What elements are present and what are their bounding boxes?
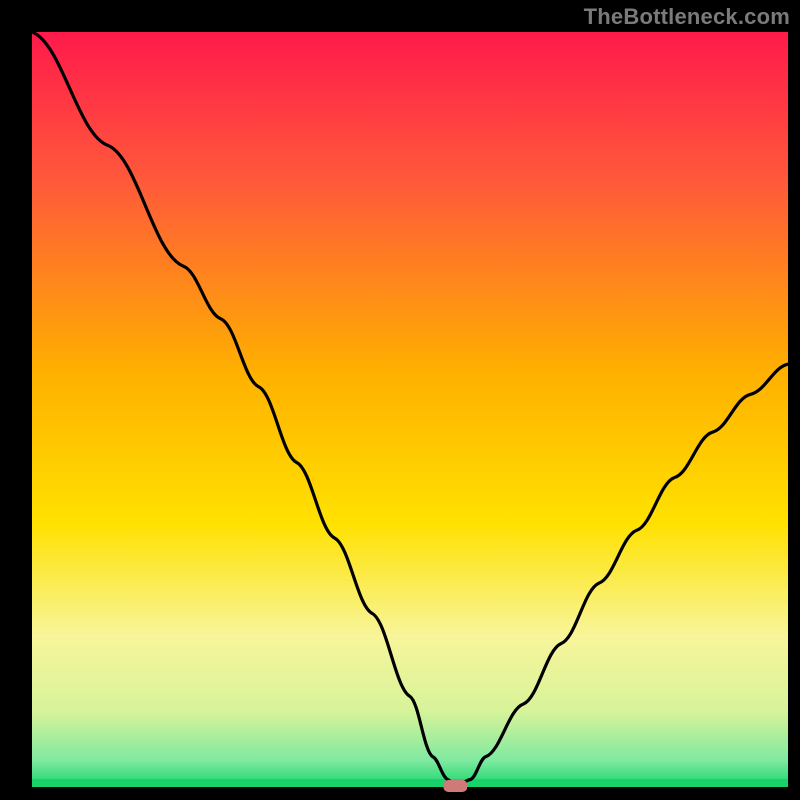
watermark-text: TheBottleneck.com	[584, 4, 790, 30]
bottleneck-chart	[0, 0, 800, 800]
green-baseline-band	[32, 779, 788, 787]
gradient-background	[32, 32, 788, 787]
outer-frame: { "watermark": "TheBottleneck.com", "cha…	[0, 0, 800, 800]
optimum-marker	[443, 780, 467, 792]
